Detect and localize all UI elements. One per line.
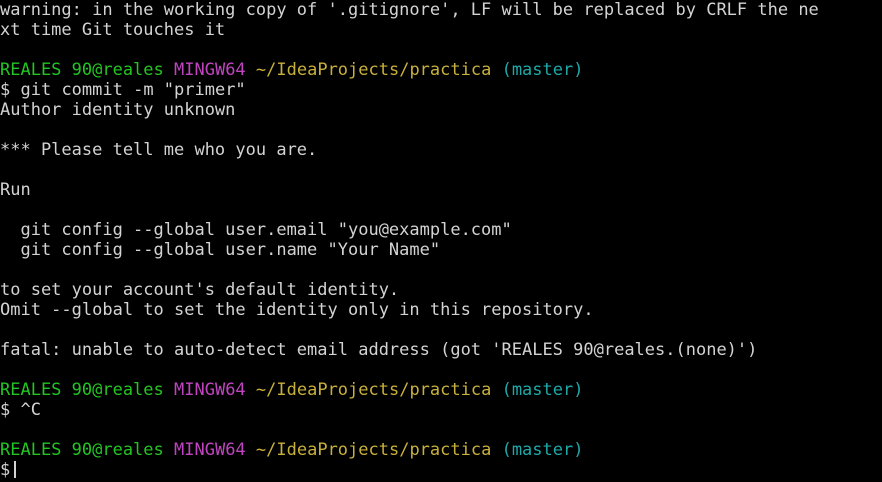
prompt-symbol: $: [0, 460, 11, 480]
output-omit: Omit --global to set the identity only i…: [0, 300, 594, 320]
text-cursor: [14, 461, 17, 478]
prompt-path: ~/IdeaProjects/practica: [255, 440, 492, 460]
output-run: Run: [0, 180, 31, 200]
prompt-symbol: $: [0, 80, 11, 100]
prompt-branch: (master): [501, 60, 584, 80]
prompt-path: ~/IdeaProjects/practica: [255, 60, 492, 80]
prompt-branch: (master): [501, 440, 584, 460]
prompt-line-2: REALES 90@reales MINGW64 ~/IdeaProjects/…: [0, 380, 882, 400]
output-please: *** Please tell me who you are.: [0, 140, 318, 160]
command-line-2: $ ^C: [0, 400, 882, 420]
prompt-msystem: MINGW64: [174, 440, 246, 460]
command-line-1: $ git commit -m "primer": [0, 80, 882, 100]
command-text: git commit -m "primer": [20, 80, 246, 100]
warning-line-1: warning: in the working copy of '.gitign…: [0, 0, 819, 20]
output-author: Author identity unknown: [0, 100, 236, 120]
prompt-line-3: REALES 90@reales MINGW64 ~/IdeaProjects/…: [0, 440, 882, 460]
prompt-branch: (master): [501, 380, 584, 400]
prompt-msystem: MINGW64: [174, 380, 246, 400]
prompt-user: REALES 90@reales: [0, 60, 164, 80]
prompt-path: ~/IdeaProjects/practica: [255, 380, 492, 400]
warning-line-2: xt time Git touches it: [0, 20, 226, 40]
command-text: ^C: [20, 400, 41, 420]
prompt-user: REALES 90@reales: [0, 380, 164, 400]
output-set-default: to set your account's default identity.: [0, 280, 400, 300]
output-fatal: fatal: unable to auto-detect email addre…: [0, 340, 758, 360]
prompt-user: REALES 90@reales: [0, 440, 164, 460]
input-line[interactable]: $: [0, 460, 882, 480]
terminal-window[interactable]: warning: in the working copy of '.gitign…: [0, 0, 882, 482]
output-config-name: git config --global user.name "Your Name…: [0, 240, 441, 260]
output-config-email: git config --global user.email "you@exam…: [0, 220, 512, 240]
prompt-line-1: REALES 90@reales MINGW64 ~/IdeaProjects/…: [0, 60, 882, 80]
prompt-msystem: MINGW64: [174, 60, 246, 80]
prompt-symbol: $: [0, 400, 11, 420]
